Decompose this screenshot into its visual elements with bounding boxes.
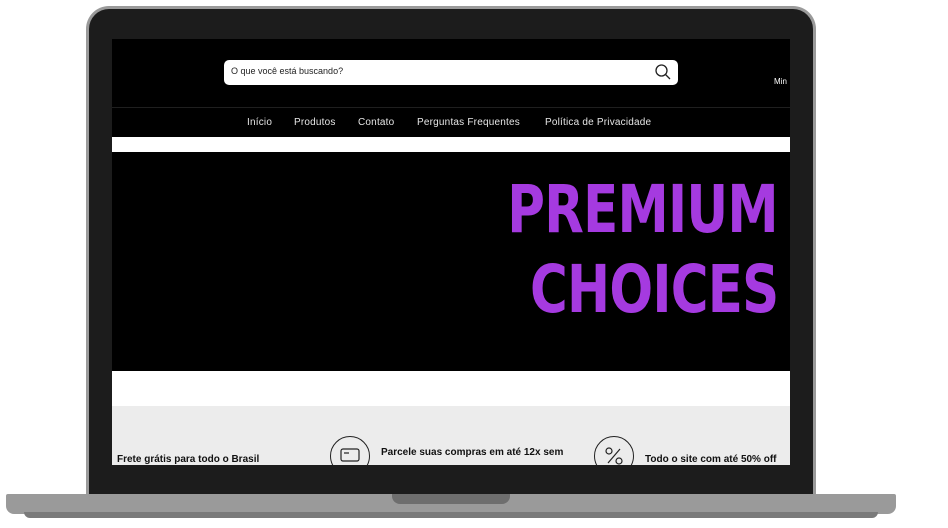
search-input[interactable]: O que você está buscando? <box>224 60 678 85</box>
percent-icon <box>594 436 634 465</box>
benefit-discount: Todo o site com até 50% off <box>645 454 777 465</box>
main-nav: Início Produtos Contato Perguntas Freque… <box>112 107 790 138</box>
site-header: O que você está buscando? Min <box>112 39 790 107</box>
search-placeholder: O que você está buscando? <box>231 66 344 76</box>
account-link[interactable]: Min <box>774 77 787 86</box>
divider-strip <box>112 137 790 152</box>
card-icon <box>330 436 370 465</box>
spacer <box>112 371 790 406</box>
banner-title-line1: PREMIUM <box>507 171 778 248</box>
laptop-base-shadow <box>24 512 878 518</box>
nav-item-inicio[interactable]: Início <box>247 117 272 128</box>
laptop-notch <box>392 494 510 504</box>
search-icon[interactable] <box>654 63 672 81</box>
nav-item-contato[interactable]: Contato <box>358 117 394 128</box>
nav-item-perguntas[interactable]: Perguntas Frequentes <box>417 117 520 128</box>
banner-title-line2: CHOICES <box>529 251 779 328</box>
benefit-installments: Parcele suas compras em até 12x sem <box>381 447 564 458</box>
benefit-free-shipping: Frete grátis para todo o Brasil <box>117 454 260 465</box>
laptop-screen: O que você está buscando? Min Início Pro… <box>112 39 790 465</box>
hero-banner[interactable]: PREMIUM CHOICES <box>112 152 790 371</box>
benefits-bar: Frete grátis para todo o Brasil Parcele … <box>112 406 790 465</box>
nav-item-privacidade[interactable]: Política de Privacidade <box>545 117 651 128</box>
nav-item-produtos[interactable]: Produtos <box>294 117 336 128</box>
